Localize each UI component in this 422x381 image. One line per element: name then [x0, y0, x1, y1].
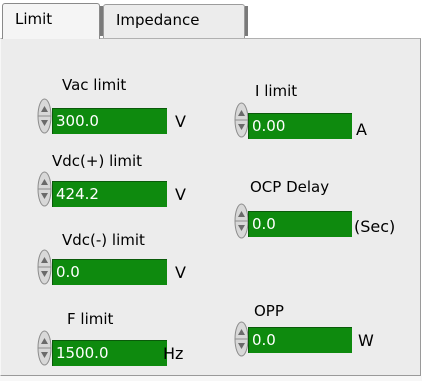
- stepper-arrows-icon: [234, 102, 249, 138]
- tab-divider: [245, 6, 248, 36]
- vdc-pos-limit-unit: V: [175, 185, 186, 204]
- tab-limit-label: Limit: [15, 10, 53, 28]
- stepper-arrows-icon: [37, 330, 52, 366]
- vdc-neg-limit-stepper[interactable]: [37, 249, 52, 285]
- vdc-neg-limit-unit: V: [175, 263, 186, 282]
- tab-limit[interactable]: Limit: [2, 3, 100, 39]
- opp-label: OPP: [254, 302, 284, 320]
- stepper-arrows-icon: [234, 321, 249, 357]
- panel-bottom-edge: [0, 376, 422, 381]
- f-limit-stepper[interactable]: [37, 330, 52, 366]
- i-limit-unit: A: [356, 120, 367, 139]
- f-limit-label: F limit: [67, 310, 114, 328]
- tab-impedance-label: Impedance: [116, 11, 200, 29]
- vac-limit-label: Vac limit: [62, 76, 127, 94]
- opp-stepper[interactable]: [234, 321, 249, 357]
- i-limit-stepper[interactable]: [234, 102, 249, 138]
- vac-limit-stepper[interactable]: [37, 98, 52, 134]
- ocp-delay-input[interactable]: 0.0: [248, 211, 352, 237]
- vac-limit-unit: V: [175, 112, 186, 131]
- opp-input[interactable]: 0.0: [248, 327, 352, 353]
- vdc-neg-limit-input[interactable]: 0.0: [52, 259, 167, 285]
- vdc-pos-limit-label: Vdc(+) limit: [52, 152, 143, 170]
- tab-bar: Limit Impedance: [0, 0, 422, 39]
- stepper-arrows-icon: [37, 171, 52, 207]
- vdc-pos-limit-input[interactable]: 424.2: [52, 181, 167, 207]
- vdc-neg-limit-label: Vdc(-) limit: [62, 231, 145, 249]
- tab-impedance[interactable]: Impedance: [103, 4, 245, 38]
- ocp-delay-stepper[interactable]: [234, 203, 249, 239]
- ocp-delay-unit: (Sec): [354, 217, 396, 236]
- f-limit-input[interactable]: 1500.0: [52, 340, 167, 366]
- stepper-arrows-icon: [37, 249, 52, 285]
- ocp-delay-label: OCP Delay: [250, 178, 330, 196]
- vdc-pos-limit-stepper[interactable]: [37, 171, 52, 207]
- stepper-arrows-icon: [234, 203, 249, 239]
- i-limit-input[interactable]: 0.00: [248, 113, 352, 139]
- vac-limit-input[interactable]: 300.0: [52, 108, 167, 134]
- stepper-arrows-icon: [37, 98, 52, 134]
- i-limit-label: I limit: [255, 82, 298, 100]
- f-limit-unit: Hz: [163, 344, 184, 363]
- opp-unit: W: [358, 331, 374, 350]
